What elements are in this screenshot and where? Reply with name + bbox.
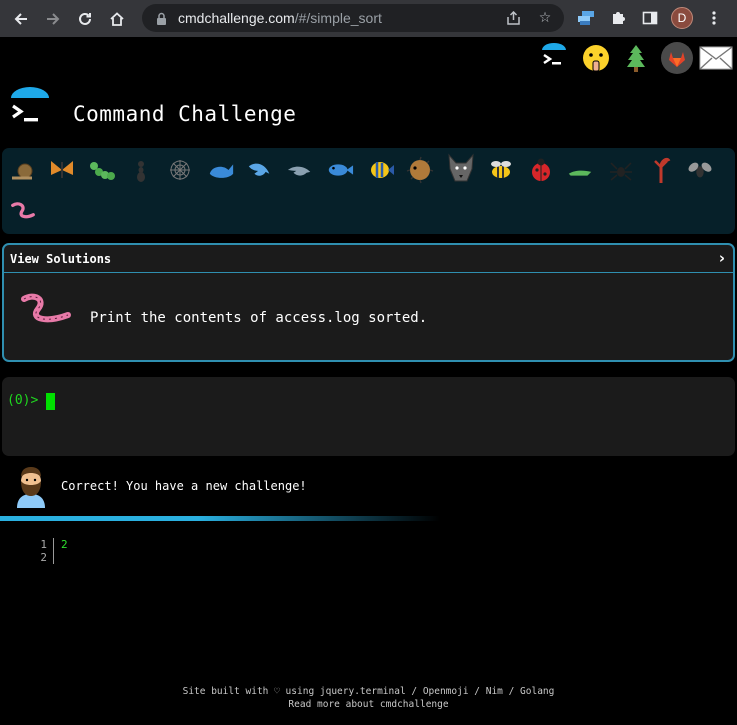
whale-icon[interactable] <box>207 156 235 184</box>
fish-icon[interactable] <box>326 156 354 184</box>
worm-icon-large <box>18 291 74 331</box>
terminal[interactable]: (0)> <box>2 377 735 456</box>
terminal-prompt: (0)> <box>7 393 39 408</box>
footer-read-more-link[interactable]: Read more about cmdchallenge <box>0 698 737 711</box>
butterfly-icon[interactable] <box>48 156 76 184</box>
mail-icon[interactable] <box>698 41 734 75</box>
browser-toolbar: cmdchallenge.com/#/simple_sort ☆ D <box>0 0 737 37</box>
terminal-logo-icon[interactable] <box>536 41 572 75</box>
back-icon[interactable] <box>6 4 36 34</box>
blowfish-icon[interactable] <box>406 156 434 184</box>
scorpion-icon[interactable] <box>647 153 675 185</box>
output-code: 2 <box>61 538 68 551</box>
footer: Site built with ♡ using jquery.terminal … <box>0 685 737 711</box>
share-icon[interactable] <box>504 9 522 27</box>
wolf-icon[interactable] <box>446 153 476 185</box>
ladybug-icon[interactable] <box>527 156 555 184</box>
address-bar[interactable]: cmdchallenge.com/#/simple_sort ☆ <box>142 4 564 32</box>
dolphin-icon-2[interactable] <box>286 156 314 184</box>
progress-divider <box>0 516 440 521</box>
ant-icon[interactable] <box>127 156 155 184</box>
dolphin-icon[interactable] <box>246 156 274 184</box>
spider-icon[interactable] <box>607 156 635 184</box>
bearded-person-icon <box>14 466 48 508</box>
feedback-message: Correct! You have a new challenge! <box>61 479 307 493</box>
view-solutions-toggle[interactable]: View Solutions › <box>4 245 733 273</box>
url-text: cmdchallenge.com/#/simple_sort <box>178 10 382 26</box>
terminal-cursor[interactable] <box>46 393 55 410</box>
side-panel-icon[interactable] <box>640 8 660 28</box>
tree-icon[interactable] <box>622 41 650 75</box>
spider-web-icon[interactable] <box>166 156 194 184</box>
tropical-fish-icon[interactable] <box>367 156 395 184</box>
challenge-description: Print the contents of access.log sorted. <box>90 310 428 326</box>
page-title: Command Challenge <box>73 102 297 126</box>
chevron-right-icon[interactable]: › <box>719 249 725 267</box>
grasshopper-icon[interactable] <box>566 156 594 184</box>
extension-stack-icon[interactable] <box>576 8 596 28</box>
bee-icon[interactable] <box>487 156 515 184</box>
puzzle-icon[interactable] <box>608 8 628 28</box>
gitlab-icon[interactable] <box>659 41 695 75</box>
line-numbers: 1 2 <box>34 538 54 564</box>
shushing-face-icon[interactable] <box>580 41 612 75</box>
site-logo-icon <box>8 84 52 128</box>
snail-icon[interactable] <box>9 156 37 184</box>
worm-icon[interactable] <box>9 197 37 225</box>
footer-credits: Site built with ♡ using jquery.terminal … <box>182 686 555 697</box>
fly-icon[interactable] <box>686 156 714 184</box>
challenge-panel: View Solutions › Print the contents of a… <box>2 243 735 362</box>
reload-icon[interactable] <box>70 4 100 34</box>
forward-icon[interactable] <box>38 4 68 34</box>
view-solutions-label: View Solutions <box>10 252 112 266</box>
menu-icon[interactable] <box>704 8 724 28</box>
caterpillar-icon[interactable] <box>88 156 116 184</box>
lock-icon[interactable] <box>156 12 170 25</box>
profile-avatar[interactable]: D <box>671 7 693 29</box>
home-icon[interactable] <box>102 4 132 34</box>
star-icon[interactable]: ☆ <box>536 9 554 27</box>
